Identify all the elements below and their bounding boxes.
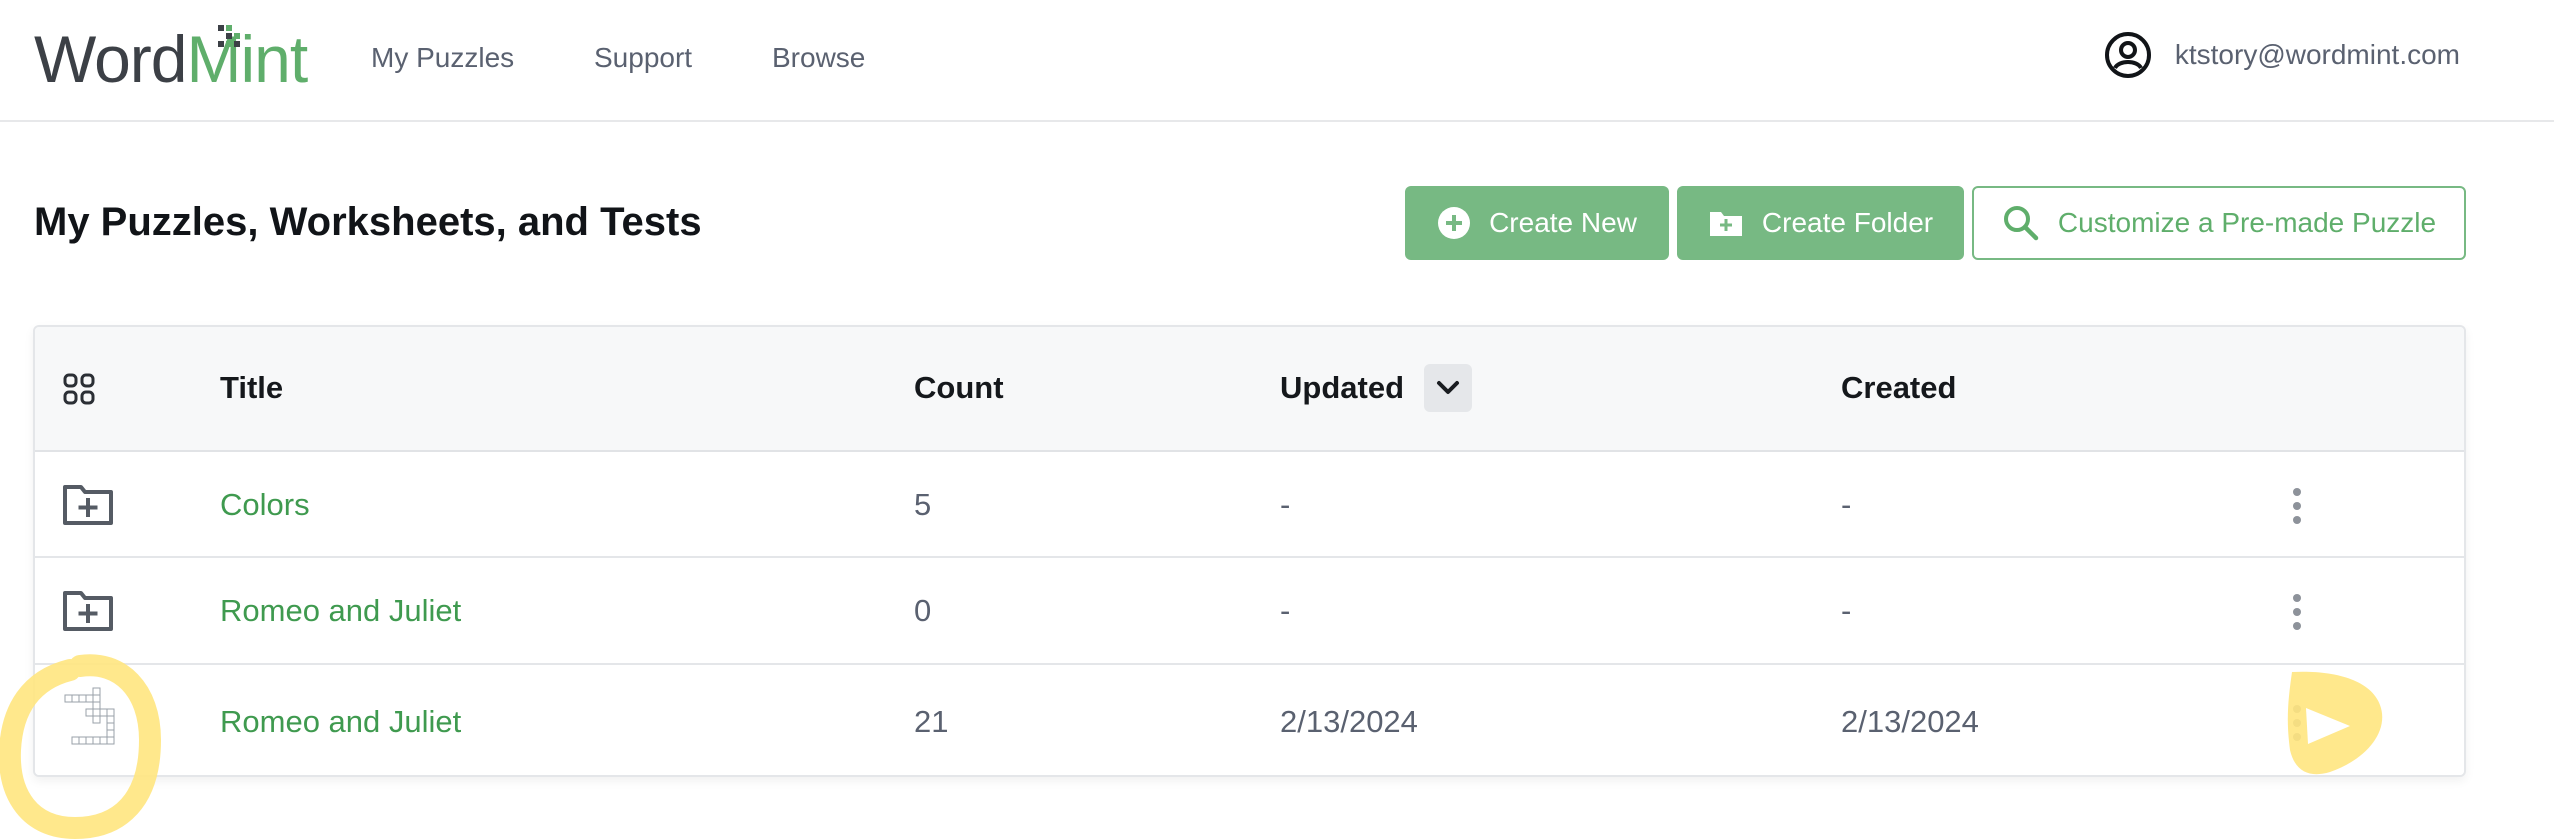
search-icon bbox=[2003, 206, 2039, 241]
user-menu[interactable]: ktstory@wordmint.com bbox=[2103, 30, 2460, 80]
logo-dots-icon bbox=[206, 25, 266, 49]
logo-word: Word bbox=[34, 22, 187, 96]
table-header: Title Count Updated Created bbox=[35, 327, 2464, 452]
row-menu-kebab-icon[interactable] bbox=[2285, 590, 2309, 634]
row-created: 2/13/2024 bbox=[1841, 704, 1979, 739]
row-count: 21 bbox=[914, 704, 949, 739]
column-header-title[interactable]: Title bbox=[220, 369, 283, 407]
customize-premade-button[interactable]: Customize a Pre-made Puzzle bbox=[1972, 186, 2466, 260]
row-menu-kebab-icon[interactable] bbox=[2285, 484, 2309, 528]
plus-circle-icon bbox=[1438, 207, 1471, 239]
folder-plus-icon bbox=[63, 591, 113, 631]
row-title-link[interactable]: Colors bbox=[220, 486, 310, 524]
row-menu-kebab-icon[interactable] bbox=[2285, 701, 2309, 745]
customize-premade-label: Customize a Pre-made Puzzle bbox=[2057, 207, 2437, 238]
user-email: ktstory@wordmint.com bbox=[2174, 39, 2460, 70]
row-count: 0 bbox=[914, 593, 932, 628]
table-row[interactable]: Romeo and Juliet 21 2/13/2024 2/13/2024 bbox=[35, 665, 2464, 775]
column-header-created[interactable]: Created bbox=[1841, 369, 1956, 407]
row-created: - bbox=[1841, 593, 1852, 628]
create-new-label: Create New bbox=[1489, 207, 1637, 238]
create-folder-label: Create Folder bbox=[1761, 207, 1934, 238]
row-updated: - bbox=[1280, 593, 1291, 628]
sort-toggle-button[interactable] bbox=[1424, 364, 1472, 412]
row-title-link[interactable]: Romeo and Juliet bbox=[220, 592, 461, 630]
wordmint-logo[interactable]: Word Mint bbox=[34, 18, 308, 96]
create-new-button[interactable]: Create New bbox=[1405, 186, 1669, 260]
user-circle-icon bbox=[2104, 32, 2151, 78]
row-title-link[interactable]: Romeo and Juliet bbox=[220, 703, 461, 741]
folder-plus-icon bbox=[63, 485, 113, 525]
grid-view-icon[interactable] bbox=[63, 373, 95, 405]
page-title: My Puzzles, Worksheets, and Tests bbox=[34, 200, 702, 244]
nav-support[interactable]: Support bbox=[594, 40, 692, 76]
column-header-count[interactable]: Count bbox=[914, 369, 1004, 407]
create-folder-button[interactable]: Create Folder bbox=[1677, 186, 1964, 260]
row-updated: 2/13/2024 bbox=[1280, 704, 1418, 739]
folder-plus-icon bbox=[1709, 212, 1742, 236]
column-header-updated[interactable]: Updated bbox=[1280, 369, 1404, 407]
puzzles-table: Title Count Updated Created Colors 5 - -… bbox=[33, 325, 2466, 777]
row-updated: - bbox=[1280, 487, 1291, 522]
row-created: - bbox=[1841, 487, 1852, 522]
nav-my-puzzles[interactable]: My Puzzles bbox=[371, 40, 514, 76]
table-row[interactable]: Colors 5 - - bbox=[35, 452, 2464, 558]
row-count: 5 bbox=[914, 487, 932, 522]
nav-browse[interactable]: Browse bbox=[772, 40, 865, 76]
top-navigation-bar: Word Mint My Puzzles Support Browse ktsto… bbox=[0, 0, 2554, 122]
crossword-thumbnail-icon bbox=[64, 687, 115, 745]
table-row[interactable]: Romeo and Juliet 0 - - bbox=[35, 558, 2464, 665]
chevron-down-icon bbox=[1437, 381, 1459, 394]
